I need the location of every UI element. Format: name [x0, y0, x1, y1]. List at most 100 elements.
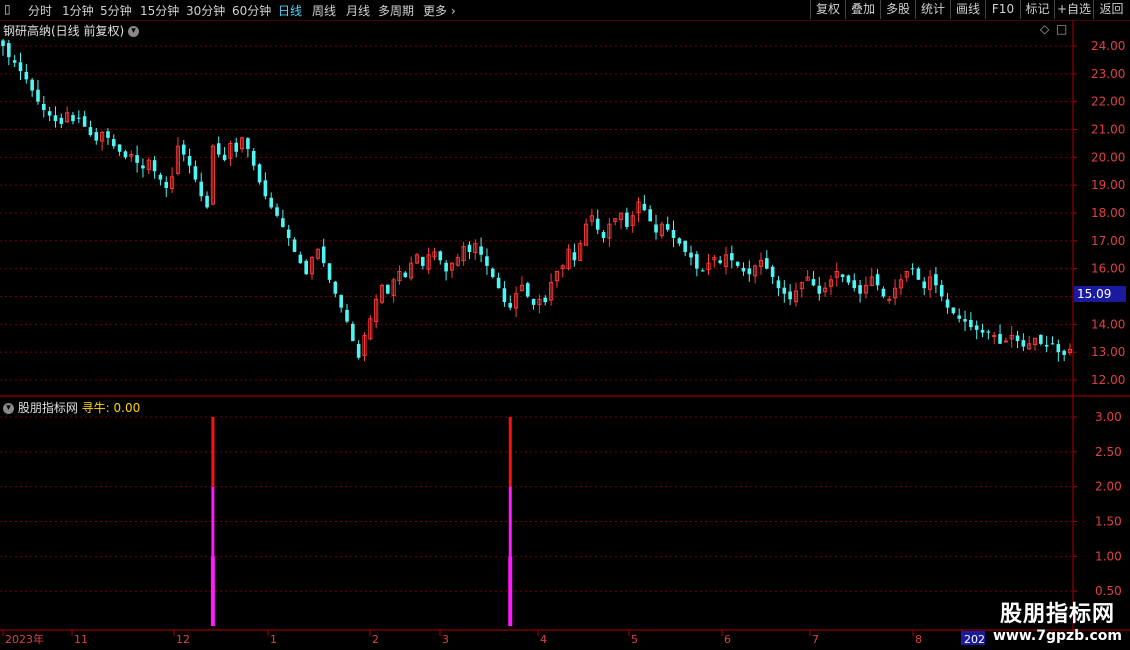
candle-body	[281, 218, 285, 227]
candle-body	[811, 279, 816, 286]
chevron-down-icon[interactable]: ▾	[128, 26, 140, 37]
candle-body	[730, 253, 734, 261]
candle-body	[840, 274, 845, 278]
candle-body	[1056, 344, 1061, 353]
candle-body	[286, 229, 291, 239]
candle-body	[735, 261, 740, 266]
candle-body	[974, 325, 979, 330]
signal-bar	[508, 486, 512, 557]
date-tick-label: 7	[812, 633, 819, 646]
candle-body	[648, 209, 652, 222]
candle-body	[234, 142, 239, 152]
candle-body	[187, 156, 192, 166]
date-tick-label: 2023年	[5, 632, 44, 646]
candle-body	[969, 319, 973, 328]
candle-body	[817, 285, 822, 294]
signal-bar	[210, 556, 215, 626]
candle-body	[292, 239, 297, 252]
candles-layer	[1, 38, 1073, 362]
candle-body	[59, 117, 64, 124]
diamond-icon[interactable]: ◇	[1040, 22, 1049, 36]
candle-body	[980, 329, 985, 333]
candle-body	[788, 291, 792, 300]
candle-body	[438, 251, 443, 261]
candle-body	[881, 288, 886, 297]
candle-body	[269, 197, 274, 208]
candle-body	[741, 267, 746, 272]
signal-bar	[508, 556, 513, 626]
price-tick-label: 22.00	[1091, 95, 1125, 109]
candle-body	[152, 160, 157, 172]
price-tick-label: 20.00	[1091, 150, 1125, 164]
candle-body	[945, 299, 950, 308]
candle-body	[625, 212, 629, 227]
watermark-url: www.7gpzb.com	[992, 628, 1122, 644]
candle-body	[181, 144, 186, 155]
candle-body	[875, 274, 880, 286]
candle-body	[222, 154, 227, 161]
indicator-source: 股朋指标网	[17, 401, 78, 415]
candle-body	[858, 285, 862, 294]
candle-body	[298, 254, 303, 264]
candle-body	[671, 230, 676, 239]
candle-body	[251, 150, 256, 166]
candle-body	[1, 40, 5, 46]
candle-body	[1021, 340, 1026, 347]
maximize-icon[interactable]: □	[1056, 22, 1067, 36]
candle-body	[496, 277, 501, 289]
date-tick-label: 202	[964, 633, 985, 646]
axes-layer: 24.0023.0022.0021.0020.0019.0018.0017.00…	[0, 20, 1130, 646]
candle-body	[123, 151, 128, 158]
candle-body	[963, 319, 967, 322]
indicator-tick-label: 2.50	[1095, 445, 1122, 459]
candle-body	[642, 203, 647, 211]
candle-body	[304, 260, 308, 275]
price-tick-label: 24.00	[1091, 39, 1125, 53]
candle-body	[770, 266, 775, 278]
stock-title[interactable]: 钢研高纳(日线 前复权) ▾	[3, 22, 140, 39]
watermark-cn: 股朋指标网	[999, 602, 1115, 627]
price-tick-label: 19.00	[1091, 178, 1125, 192]
candle-body	[654, 224, 658, 233]
date-tick-label: 3	[442, 633, 449, 646]
candle-body	[135, 155, 139, 163]
candle-body	[263, 180, 268, 197]
candle-body	[327, 263, 332, 280]
candle-body	[689, 252, 693, 258]
candle-body	[356, 343, 361, 358]
indicator-label: 寻牛:	[81, 401, 110, 415]
candle-body	[71, 115, 75, 122]
candle-body	[351, 323, 355, 342]
candle-body	[1062, 350, 1066, 355]
candle-body	[42, 103, 46, 111]
candle-body	[718, 260, 722, 264]
date-tick-label: 12	[176, 633, 190, 646]
candle-body	[18, 62, 23, 72]
candle-body	[922, 281, 927, 289]
indicator-tick-label: 3.00	[1095, 410, 1122, 424]
price-tick-label: 12.00	[1091, 373, 1125, 387]
candle-body	[12, 60, 17, 63]
chevron-down-icon[interactable]: ▾	[3, 403, 14, 414]
candle-body	[24, 71, 29, 80]
candle-body	[951, 307, 956, 314]
date-tick-label: 2	[372, 633, 379, 646]
candle-body	[665, 224, 670, 230]
candle-body	[141, 165, 145, 169]
candle-body	[36, 89, 40, 102]
price-tick-label: 16.00	[1091, 262, 1125, 276]
candle-body	[700, 270, 705, 272]
indicator-title[interactable]: ▾ 股朋指标网 寻牛: 0.00	[3, 399, 140, 416]
candle-body	[106, 131, 110, 138]
candle-body	[339, 295, 343, 308]
candle-body	[53, 115, 58, 122]
indicator-tick-label: 1.00	[1095, 549, 1122, 563]
candle-body	[216, 143, 221, 155]
candle-body	[998, 333, 1002, 344]
candle-body	[76, 117, 81, 119]
kline-chart[interactable]: 24.0023.0022.0021.0020.0019.0018.0017.00…	[0, 0, 1130, 650]
indicator-tick-label: 2.00	[1095, 480, 1122, 494]
indicator-value: 0.00	[113, 401, 141, 415]
candle-body	[531, 298, 536, 305]
candle-body	[934, 274, 938, 286]
